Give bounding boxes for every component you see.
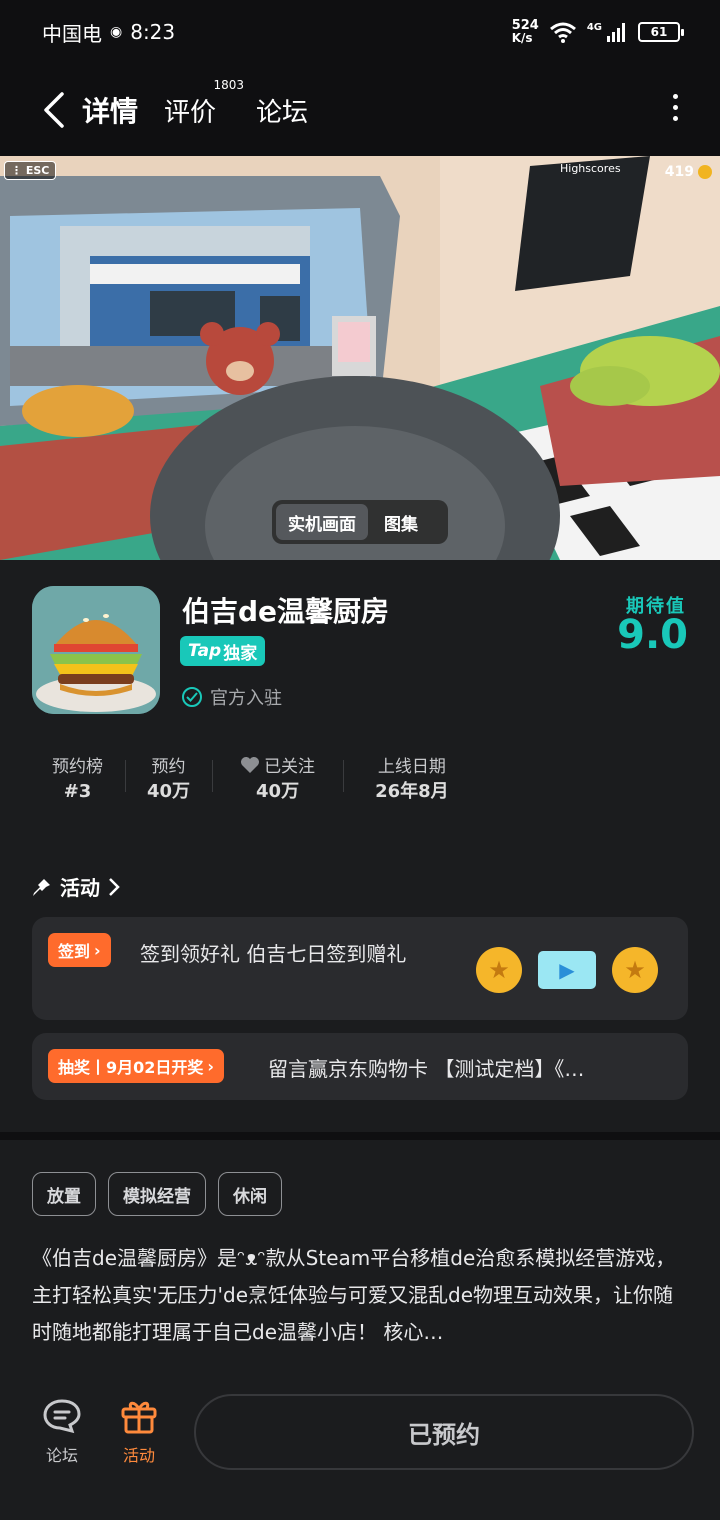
tab-details[interactable]: 详情	[75, 90, 145, 134]
burger-icon	[32, 586, 160, 714]
media-toggle: 实机画面 图集	[272, 500, 448, 544]
stat-label: 预约榜	[52, 757, 103, 777]
stat-value: #3	[63, 781, 92, 802]
official-badge: 官方入驻	[182, 684, 282, 710]
coin-count: 419	[664, 164, 694, 180]
checkin-pill: 签到 ›	[48, 933, 111, 967]
net-speed: 524 K/s	[512, 19, 539, 45]
tab-forum-label: 论坛	[256, 97, 309, 128]
event-nav-button[interactable]: 活动	[120, 1398, 158, 1466]
tag-casual[interactable]: 休闲	[218, 1172, 282, 1216]
official-label: 官方入驻	[210, 688, 282, 709]
chevron-right-icon: ›	[94, 940, 101, 960]
wifi-icon	[549, 22, 576, 43]
gift-icon	[121, 1401, 157, 1434]
tab-forum[interactable]: 论坛	[256, 92, 308, 129]
pin-icon	[33, 878, 50, 896]
reward-icons: ★ ▶ ★	[476, 947, 658, 993]
stat-follow[interactable]: 已关注 40万	[212, 746, 343, 806]
bottom-action-bar: 论坛 活动 已预约	[0, 1376, 720, 1520]
chevron-right-icon	[109, 877, 120, 896]
activity-card-lottery[interactable]: 抽奖丨9月02日开奖 › 留言赢京东购物卡 【测试定档】《…	[32, 1033, 688, 1100]
dot	[673, 116, 678, 121]
chat-bubble-icon	[43, 1399, 81, 1434]
top-nav: 详情 评价 1803 论坛	[0, 64, 720, 156]
game-title: 伯吉de温馨厨房	[182, 595, 390, 628]
stat-value: 40万	[147, 781, 191, 802]
chevron-right-icon: ›	[207, 1056, 214, 1076]
pill-label: 签到	[58, 942, 91, 961]
stat-rank[interactable]: 预约榜 #3	[30, 746, 125, 806]
coin-counter: 419	[665, 164, 712, 180]
lottery-pill: 抽奖丨9月02日开奖 ›	[48, 1049, 224, 1083]
dot	[673, 94, 678, 99]
exclusive-label: 独家	[223, 643, 258, 664]
reserved-button[interactable]: 已预约	[194, 1394, 694, 1470]
game-description[interactable]: 《伯吉de温馨厨房》是ᵔᴥᵔ款从Steam平台移植de治愈系模拟经营游戏，主打轻…	[32, 1240, 692, 1351]
follow-label: 已关注	[264, 757, 316, 777]
battery-level: 61	[650, 25, 668, 39]
stat-reservations: 预约 40万	[125, 746, 212, 806]
game-app-icon	[32, 586, 160, 714]
coin-icon	[698, 165, 712, 179]
activity-card-checkin[interactable]: 签到领好礼 伯吉七日签到赠礼 签到 › ★ ▶ ★	[32, 917, 688, 1020]
stat-label: 上线日期	[377, 757, 446, 777]
stat-value: 26年8月	[375, 781, 449, 802]
scoreboard-title: Highscores	[560, 162, 621, 175]
review-count: 1803	[213, 77, 245, 92]
network-type: 4G	[586, 21, 602, 33]
hd-icon: ◉	[110, 24, 123, 40]
menu-dots-icon: ⋮	[11, 164, 22, 177]
tap-exclusive-badge: Tap 独家	[180, 636, 266, 666]
stat-release-date: 上线日期 26年8月	[343, 746, 471, 806]
chevron-left-icon	[44, 92, 64, 128]
forum-label: 论坛	[45, 1446, 78, 1465]
back-button[interactable]	[34, 90, 74, 130]
event-label: 活动	[122, 1446, 155, 1465]
status-right: 524 K/s 4G 61	[512, 19, 684, 45]
more-menu-button[interactable]	[673, 94, 678, 121]
clock: 8:23	[130, 20, 176, 44]
tab-gallery[interactable]: 图集	[372, 504, 430, 540]
activity-heading: 活动	[60, 876, 100, 900]
game-preview-media[interactable]: Highscores ⋮ ESC 419 实机画面 图集	[0, 156, 720, 560]
check-circle-icon	[182, 687, 202, 707]
stat-label: 已关注	[240, 752, 315, 777]
forum-nav-button[interactable]: 论坛	[42, 1398, 82, 1466]
status-bar: 中国电 ◉ 8:23 524 K/s 4G 61	[0, 0, 720, 64]
dot	[673, 105, 678, 110]
pill-label: 抽奖丨9月02日开奖	[58, 1058, 204, 1077]
stat-value: 40万	[256, 781, 300, 802]
net-speed-unit: K/s	[511, 31, 533, 45]
tap-brand: Tap	[188, 641, 222, 661]
esc-label: ESC	[25, 164, 50, 177]
esc-button[interactable]: ⋮ ESC	[4, 161, 57, 180]
expect-score: 9.0	[617, 612, 688, 658]
star-coin-icon: ★	[476, 947, 522, 993]
signal-icon	[607, 23, 625, 42]
stats-row: 预约榜 #3 预约 40万 已关注 40万 上线日期 26年8月	[30, 746, 471, 816]
activity-header[interactable]: 活动	[32, 872, 120, 901]
ticket-icon: ▶	[538, 951, 596, 989]
activity-text: 留言赢京东购物卡 【测试定档】《…	[268, 1057, 585, 1081]
stat-label: 预约	[151, 757, 186, 777]
game-info-section: 伯吉de温馨厨房 Tap 独家 官方入驻 期待值 9.0 预约榜 #3 预约 4…	[0, 560, 720, 1132]
battery-icon: 61	[638, 22, 684, 42]
tab-reviews-label: 评价	[164, 97, 217, 128]
carrier-name: 中国电	[42, 21, 102, 46]
heart-icon	[241, 756, 260, 773]
star-coin-icon: ★	[612, 947, 658, 993]
tag-idle[interactable]: 放置	[32, 1172, 96, 1216]
tab-gameplay-video[interactable]: 实机画面	[276, 504, 368, 540]
tab-reviews[interactable]: 评价 1803	[164, 78, 244, 129]
tag-simulation[interactable]: 模拟经营	[108, 1172, 206, 1216]
tab-details-label: 详情	[82, 95, 139, 128]
tag-list: 放置 模拟经营 休闲	[32, 1172, 282, 1216]
status-left: 中国电 ◉ 8:23	[42, 18, 175, 47]
